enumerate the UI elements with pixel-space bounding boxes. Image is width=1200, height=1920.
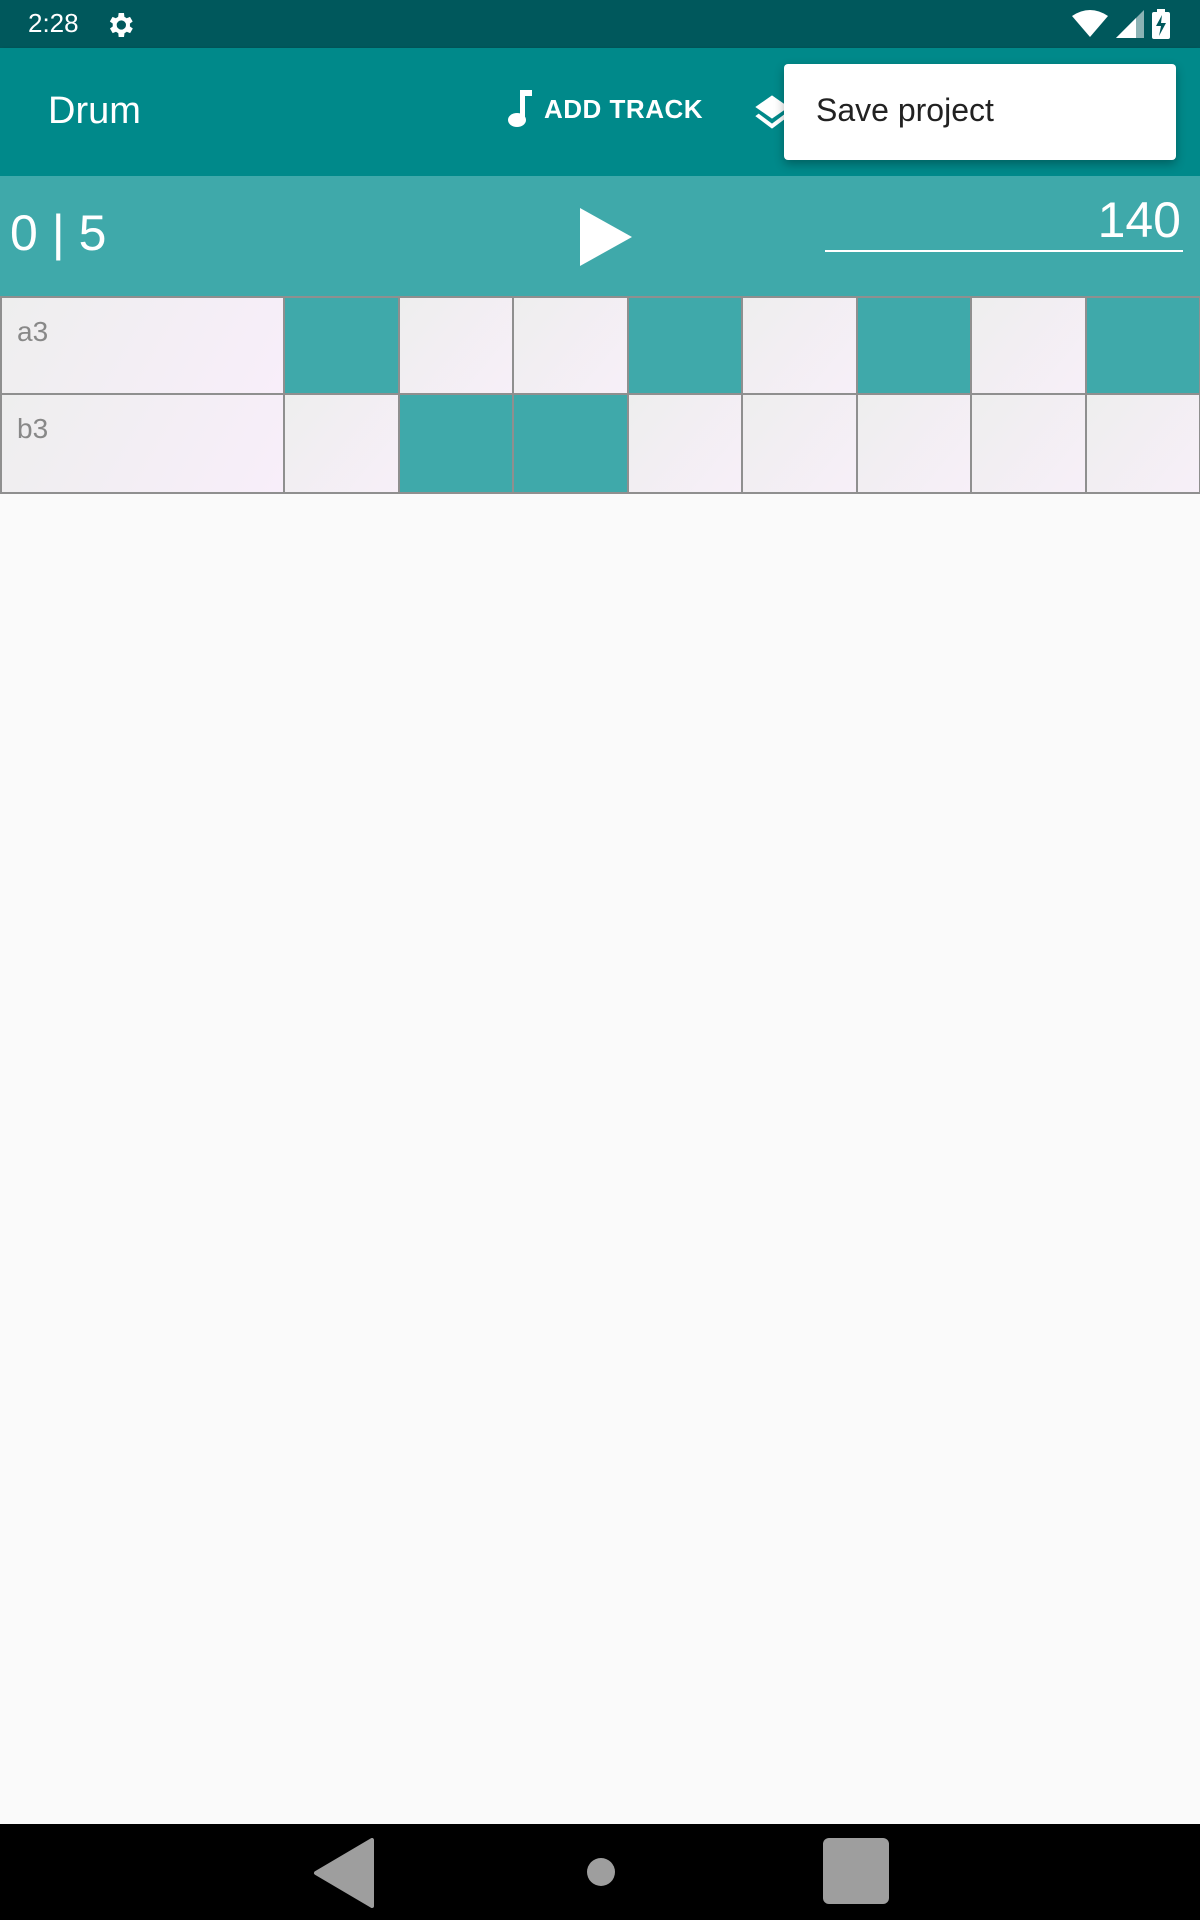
overflow-menu: Save project — [784, 64, 1176, 160]
add-track-button[interactable]: ADD TRACK — [506, 90, 703, 128]
track-label[interactable]: a3 — [0, 296, 284, 395]
step-cell-active[interactable] — [513, 395, 628, 494]
app-title: Drum — [48, 90, 141, 132]
step-cell[interactable] — [513, 296, 628, 395]
settings-gear-icon — [109, 13, 133, 37]
transport-bar: 0 | 5 — [0, 176, 1200, 296]
recents-icon[interactable] — [823, 1838, 889, 1904]
status-icons — [1072, 9, 1170, 39]
step-cell[interactable] — [742, 296, 857, 395]
step-cell[interactable] — [971, 296, 1086, 395]
step-grid: a3 b3 — [0, 296, 1200, 494]
save-project-menu-item[interactable]: Save project — [816, 92, 994, 129]
back-icon[interactable] — [312, 1838, 376, 1908]
signal-icon — [1116, 10, 1144, 38]
track-label[interactable]: b3 — [0, 395, 284, 494]
battery-charging-icon — [1152, 9, 1170, 39]
step-cell-active[interactable] — [627, 296, 742, 395]
track-row: a3 — [0, 296, 1200, 395]
bpm-input[interactable] — [825, 198, 1183, 252]
step-cell-active[interactable] — [1085, 296, 1200, 395]
track-row: b3 — [0, 395, 1200, 494]
step-cell[interactable] — [971, 395, 1086, 494]
step-cell[interactable] — [284, 395, 399, 494]
add-track-label: ADD TRACK — [544, 93, 704, 124]
step-cell-active[interactable] — [398, 395, 513, 494]
wifi-icon — [1072, 10, 1108, 37]
status-bar: 2:28 — [0, 0, 1200, 48]
position-counter: 0 | 5 — [10, 205, 107, 261]
step-cell-active[interactable] — [284, 296, 399, 395]
status-time: 2:28 — [28, 8, 79, 38]
home-icon[interactable] — [587, 1858, 615, 1886]
play-icon[interactable] — [578, 206, 634, 268]
step-cell[interactable] — [1085, 395, 1200, 494]
step-cell[interactable] — [742, 395, 857, 494]
navigation-bar — [0, 1824, 1200, 1920]
music-note-icon — [508, 90, 532, 127]
step-cell-active[interactable] — [856, 296, 971, 395]
step-cell[interactable] — [627, 395, 742, 494]
step-cell[interactable] — [856, 395, 971, 494]
step-cell[interactable] — [398, 296, 513, 395]
